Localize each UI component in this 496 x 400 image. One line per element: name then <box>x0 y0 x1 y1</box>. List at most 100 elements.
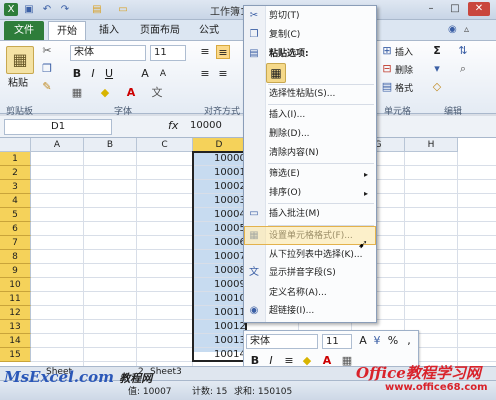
row-header-2[interactable]: 2 <box>0 166 31 180</box>
pinyin-icon[interactable]: 文 <box>150 86 164 100</box>
row-header-10[interactable]: 10 <box>0 278 31 292</box>
column-header-a[interactable]: A <box>31 138 84 152</box>
close-button[interactable]: ✕ <box>468 2 490 16</box>
menu-item-7[interactable]: 筛选(E) <box>244 165 376 184</box>
menu-item-0[interactable]: 剪切(T) <box>244 7 376 26</box>
open-folder-icon[interactable]: ▭ <box>116 3 130 16</box>
sum-icon[interactable]: Σ <box>430 44 444 58</box>
menu-item-11[interactable]: 从下拉列表中选择(K)... <box>244 246 376 265</box>
sheet-tab-3[interactable]: Sheet3 <box>150 367 182 377</box>
mini-percent-icon[interactable]: % <box>386 334 400 348</box>
format-cells-icon[interactable]: ▤ <box>380 80 394 94</box>
menu-item-5[interactable]: 删除(D)... <box>244 125 376 144</box>
column-header-h[interactable]: H <box>405 138 458 152</box>
select-all-corner[interactable] <box>0 138 31 152</box>
menu-item-9[interactable]: 插入批注(M) <box>244 205 376 224</box>
fx-icon[interactable]: fx <box>168 119 178 132</box>
row-header-1[interactable]: 1 <box>0 152 31 166</box>
align-left-icon[interactable]: ≡ <box>198 67 212 81</box>
menu-item-3[interactable]: 选择性粘贴(S)... <box>244 85 376 104</box>
menu-item-6[interactable]: 清除内容(N) <box>244 144 376 163</box>
cut-icon[interactable]: ✂ <box>40 44 54 58</box>
row-header-11[interactable]: 11 <box>0 292 31 306</box>
pinyin-icon: 文 <box>249 267 259 278</box>
watermark-left-cn: 教程网 <box>119 372 153 385</box>
maximize-button[interactable]: □ <box>444 2 466 16</box>
align-top-icon[interactable]: ≡ <box>198 45 212 59</box>
column-header-c[interactable]: C <box>137 138 193 152</box>
row-header-13[interactable]: 13 <box>0 320 31 334</box>
border-icon[interactable]: ▦ <box>70 86 84 100</box>
increase-font-icon[interactable]: A <box>138 67 152 81</box>
cells-insert-button[interactable]: 插入 <box>395 45 413 58</box>
watermark-right: Office教程学习网 <box>356 364 481 382</box>
font-name-select[interactable]: 宋体 <box>70 45 146 61</box>
minimize-button[interactable]: – <box>420 2 442 16</box>
tab-formulas[interactable]: 公式 <box>194 21 224 40</box>
row-header-3[interactable]: 3 <box>0 180 31 194</box>
decrease-font-icon[interactable]: A <box>156 67 170 81</box>
cells-delete-button[interactable]: 删除 <box>395 63 413 76</box>
undo-icon[interactable]: ↶ <box>40 3 54 16</box>
watermark-left-text: MsExcel.com <box>4 368 115 386</box>
sort-icon[interactable]: ⇅ <box>456 44 470 58</box>
font-size-select[interactable]: 11 <box>150 45 186 61</box>
tab-file[interactable]: 文件 <box>4 21 44 40</box>
row-header-4[interactable]: 4 <box>0 194 31 208</box>
menu-item-8[interactable]: 排序(O) <box>244 184 376 203</box>
column-header-b[interactable]: B <box>84 138 137 152</box>
row-header-15[interactable]: 15 <box>0 348 31 362</box>
underline-icon[interactable]: U <box>102 67 116 81</box>
align-middle-icon[interactable]: ≡ <box>216 45 230 59</box>
name-box[interactable]: D1 <box>4 119 112 135</box>
column-header-d[interactable]: D <box>193 138 246 152</box>
row-header-12[interactable]: 12 <box>0 306 31 320</box>
italic-icon[interactable]: I <box>86 67 100 81</box>
mini-increase-font-icon[interactable]: A <box>356 334 370 348</box>
tab-home[interactable]: 开始 <box>48 21 86 40</box>
row-header-14[interactable]: 14 <box>0 334 31 348</box>
formula-input[interactable]: 10000 <box>190 119 222 133</box>
fill-icon[interactable]: ▾ <box>430 62 444 76</box>
menu-item-14[interactable]: 超链接(I)... <box>244 302 376 321</box>
row-header-5[interactable]: 5 <box>0 208 31 222</box>
ribbon-minimize-icon[interactable]: ▵ <box>464 24 469 35</box>
tab-page-layout[interactable]: 页面布局 <box>132 21 188 40</box>
clear-icon[interactable]: ◇ <box>430 80 444 94</box>
hyperlink-icon: ◉ <box>249 305 259 316</box>
row-header-8[interactable]: 8 <box>0 250 31 264</box>
menu-item-2[interactable]: 粘贴选项: <box>244 45 376 64</box>
find-icon[interactable]: ⌕ <box>456 62 470 76</box>
cells-format-button[interactable]: 格式 <box>395 81 413 94</box>
paste-option-icon[interactable]: ▦ <box>266 63 286 83</box>
quick-access-icon[interactable]: ▤ <box>90 3 104 16</box>
menu-item-12[interactable]: 显示拼音字段(S) <box>244 264 376 283</box>
row-header-6[interactable]: 6 <box>0 222 31 236</box>
column-gridline <box>83 152 84 366</box>
mini-font-size[interactable]: 11 <box>322 334 352 349</box>
redo-icon[interactable]: ↷ <box>58 3 72 16</box>
font-color-icon[interactable]: A <box>124 86 138 100</box>
copy-icon[interactable]: ❐ <box>40 62 54 76</box>
delete-cells-icon[interactable]: ⊟ <box>380 62 394 76</box>
save-icon[interactable]: ▣ <box>22 3 36 16</box>
row-header-9[interactable]: 9 <box>0 264 31 278</box>
align-center-icon[interactable]: ≡ <box>216 67 230 81</box>
mini-font-name[interactable]: 宋体 <box>246 334 318 349</box>
paste-icon[interactable]: ▦ <box>6 46 34 74</box>
tab-insert[interactable]: 插入 <box>94 21 124 40</box>
menu-item-1[interactable]: 复制(C) <box>244 26 376 45</box>
mini-comma-icon[interactable]: , <box>402 334 416 348</box>
bold-icon[interactable]: B <box>70 67 84 81</box>
mini-currency-icon[interactable]: ¥ <box>370 334 384 348</box>
column-gridline <box>457 152 458 366</box>
fill-color-icon[interactable]: ◆ <box>98 86 112 100</box>
menu-item-4[interactable]: 插入(I)... <box>244 106 376 125</box>
paste-label[interactable]: 粘贴 <box>8 74 28 89</box>
row-header-7[interactable]: 7 <box>0 236 31 250</box>
insert-cells-icon[interactable]: ⊞ <box>380 44 394 58</box>
format-painter-icon[interactable]: ✎ <box>40 80 54 94</box>
menu-item-13[interactable]: 定义名称(A)... <box>244 284 376 303</box>
help-icon[interactable]: ◉ <box>448 24 457 35</box>
watermark-left: MsExcel.com 教程网 <box>4 368 152 386</box>
